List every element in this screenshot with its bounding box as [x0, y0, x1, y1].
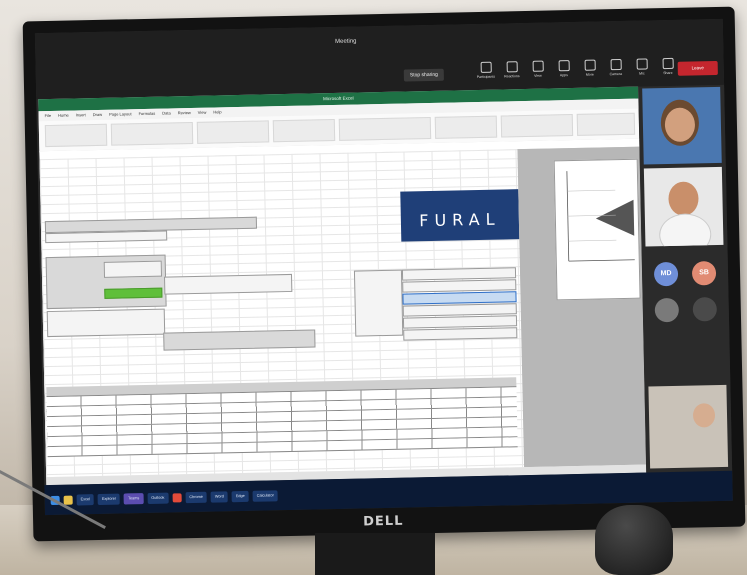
participant-face: [668, 181, 699, 217]
ribbon-group-alignment[interactable]: [196, 120, 270, 144]
tab-help[interactable]: Help: [213, 107, 221, 117]
screen: Meeting Stop sharing Participants Reacti…: [34, 18, 733, 516]
tab-view[interactable]: View: [198, 108, 207, 118]
ribbon-group-editing[interactable]: [500, 114, 574, 138]
taskbar-app[interactable]: Excel: [76, 493, 95, 505]
monitor: Meeting Stop sharing Participants Reacti…: [22, 6, 746, 542]
stop-sharing-button[interactable]: Stop sharing: [403, 68, 445, 82]
taskbar-app[interactable]: Chrome: [185, 491, 207, 503]
tool-label: More: [585, 72, 594, 77]
label-column[interactable]: [353, 269, 404, 337]
logo-text: FURAL: [419, 209, 501, 231]
leave-button[interactable]: Leave: [677, 60, 718, 76]
tab-home[interactable]: Home: [58, 111, 69, 121]
monitor-stand: [315, 533, 435, 575]
tab-review[interactable]: Review: [178, 108, 191, 118]
taskbar-app[interactable]: Outlook: [147, 492, 169, 504]
taskbar-app[interactable]: Edge: [231, 490, 249, 502]
dell-logo: DELL: [363, 513, 404, 530]
meeting-title: Meeting: [335, 38, 357, 45]
calc-block[interactable]: [164, 273, 293, 295]
avatar[interactable]: SB: [691, 261, 717, 286]
ellipsis-icon: [584, 59, 596, 71]
tab-file[interactable]: File: [45, 111, 52, 121]
header-cell[interactable]: [45, 230, 168, 244]
summary-block[interactable]: [163, 329, 316, 351]
result-block[interactable]: [46, 308, 166, 338]
camera-icon: [610, 58, 622, 71]
tool-label: Reactions: [504, 74, 520, 79]
participants-button[interactable]: Participants: [476, 61, 496, 80]
tool-label: Participants: [476, 74, 496, 80]
taskbar-app[interactable]: Teams: [123, 492, 144, 504]
ribbon-group-clipboard[interactable]: [44, 123, 108, 148]
participant-face: [692, 403, 716, 428]
tool-label: View: [534, 73, 542, 78]
fural-logo: FURAL: [400, 189, 520, 242]
chart-graphic: [566, 171, 635, 262]
dropdown-cell[interactable]: [403, 327, 518, 341]
embedded-chart[interactable]: [553, 158, 641, 301]
more-participants[interactable]: [692, 297, 718, 322]
camera-button[interactable]: Camera: [606, 58, 626, 77]
ribbon-group-styles[interactable]: [338, 116, 432, 141]
tab-data[interactable]: Data: [162, 108, 171, 118]
view-button[interactable]: View: [528, 60, 548, 78]
taskbar-app[interactable]: Explorer: [97, 493, 121, 505]
ribbon-group-cells[interactable]: [434, 115, 498, 139]
folder-icon[interactable]: [63, 495, 73, 505]
share-icon: [662, 57, 674, 70]
more-button[interactable]: More: [580, 59, 600, 77]
mic-button[interactable]: Mic: [632, 58, 652, 76]
browser-icon[interactable]: [172, 492, 182, 502]
highlight-cell[interactable]: [104, 287, 163, 299]
grid-icon: [532, 60, 544, 72]
sheet-right-area: [517, 146, 647, 468]
participant-video[interactable]: [642, 86, 722, 165]
tab-insert[interactable]: Insert: [76, 110, 86, 120]
avatar[interactable]: [654, 297, 680, 323]
ribbon-group-number[interactable]: [272, 118, 336, 143]
participant-shirt: [658, 213, 712, 247]
self-video[interactable]: [648, 384, 729, 469]
mouse: [595, 505, 673, 575]
avatar[interactable]: MD: [653, 261, 679, 287]
smile-icon: [506, 61, 518, 73]
ribbon-group-analysis[interactable]: [576, 112, 636, 136]
tool-label: Share: [663, 70, 673, 76]
participant-video[interactable]: [643, 166, 724, 247]
tab-formulas[interactable]: Formulas: [138, 109, 155, 119]
tab-page-layout[interactable]: Page Layout: [109, 109, 132, 119]
people-icon: [480, 61, 492, 73]
tab-draw[interactable]: Draw: [93, 110, 103, 120]
participants-panel: MD SB: [638, 84, 733, 473]
mic-icon: [636, 58, 648, 70]
apps-button[interactable]: Apps: [554, 60, 574, 77]
input-cell[interactable]: [103, 260, 163, 278]
tool-label: Apps: [559, 73, 568, 78]
apps-icon: [558, 60, 570, 72]
tool-label: Camera: [609, 71, 623, 77]
tool-label: Mic: [639, 71, 645, 76]
excel-window: Microsoft Excel File Home Insert Draw Pa…: [38, 86, 647, 486]
taskbar-app[interactable]: Calculator: [252, 489, 278, 502]
share-button[interactable]: Share: [658, 57, 678, 76]
meeting-toolbar: Participants Reactions View Apps More Ca…: [476, 57, 678, 80]
reactions-button[interactable]: Reactions: [502, 61, 522, 78]
taskbar-app[interactable]: Word: [210, 490, 228, 503]
ribbon-group-font[interactable]: [110, 121, 194, 146]
